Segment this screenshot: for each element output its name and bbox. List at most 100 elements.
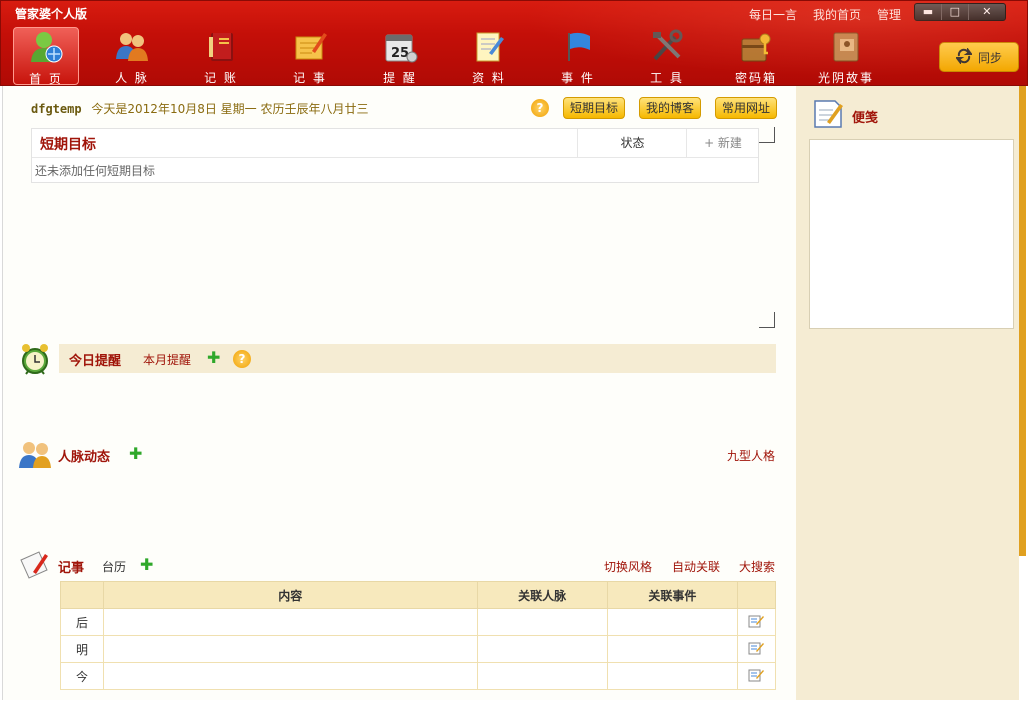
edit-icon[interactable] (736, 608, 777, 636)
common-urls-button[interactable]: 常用网址 (715, 97, 778, 119)
nav-events[interactable]: 事 件 (545, 27, 611, 85)
help-icon[interactable]: ? (531, 99, 549, 117)
home-user-icon (28, 30, 64, 64)
note-pen-icon (19, 550, 51, 583)
content-cell[interactable] (103, 608, 478, 636)
table-row: 今 (59, 662, 777, 690)
table-row: 后 (59, 608, 777, 636)
resize-corner-bottom[interactable] (759, 312, 775, 328)
records-content-header: 内容 (103, 581, 478, 609)
day-label: 明 (59, 635, 105, 663)
records-day-header (59, 581, 105, 609)
nav-tools[interactable]: 工 具 (634, 27, 700, 85)
app-title: 管家婆个人版 (15, 7, 88, 21)
edit-icon[interactable] (736, 635, 777, 663)
goals-status-header: 状态 (577, 129, 687, 158)
nav-home[interactable]: 首 页 (13, 27, 79, 86)
records-table: 内容 关联人脉 关联事件 后 明 今 (59, 581, 777, 690)
nav-password-box-label: 密码箱 (734, 71, 777, 85)
add-record-icon[interactable]: ✚ (140, 557, 153, 573)
short-term-goals-table: 短期目标 状态 + 新建 还未添加任何短期目标 (31, 128, 759, 183)
records-header-row: 内容 关联人脉 关联事件 (59, 581, 777, 609)
tools-icon (649, 29, 685, 63)
nav-contacts-label: 人 脉 (115, 71, 149, 85)
close-button[interactable]: ✕ (967, 4, 1005, 20)
add-reminder-icon[interactable]: ✚ (207, 350, 220, 366)
nav-home-label: 首 页 (29, 72, 63, 86)
sync-label: 同步 (977, 50, 1002, 65)
sync-icon (954, 46, 973, 67)
add-contact-icon[interactable]: ✚ (129, 446, 142, 462)
alarm-clock-icon (20, 342, 50, 379)
reminder-help-icon[interactable]: ? (233, 350, 251, 368)
daily-quote-link[interactable]: 每日一言 (749, 6, 797, 23)
nav-documents-label: 资 料 (472, 71, 506, 85)
nav-notes-label: 记 事 (293, 71, 327, 85)
content-cell[interactable] (103, 635, 478, 663)
new-goal-button[interactable]: + 新建 (686, 129, 759, 158)
goals-empty-message: 还未添加任何短期目标 (35, 164, 156, 178)
reminders-bar: 今日提醒 本月提醒 ✚ ? (59, 344, 776, 373)
table-row: 明 (59, 635, 777, 663)
content-cell[interactable] (103, 662, 478, 690)
events-cell[interactable] (606, 662, 738, 690)
nav-contacts[interactable]: 人 脉 (99, 27, 165, 85)
records-events-header: 关联事件 (606, 581, 738, 609)
nav-story-label: 光阴故事 (817, 71, 874, 85)
big-search-link[interactable]: 大搜索 (739, 558, 775, 575)
title-bar: 管家婆个人版 每日一言 我的首页 管理 ▬ □ ✕ 首 页 人 脉 记 账 记 … (0, 0, 1028, 87)
nav-notes[interactable]: 记 事 (277, 27, 343, 85)
switch-style-link[interactable]: 切换风格 (604, 558, 652, 575)
username: dfgtemp (31, 102, 82, 116)
today-date-text: 今天是2012年10月8日 星期一 农历壬辰年八月廿三 (91, 102, 369, 116)
manage-link[interactable]: 管理 (877, 6, 901, 23)
notes-title: 便笺 (852, 111, 879, 126)
nav-reminders-label: 提 醒 (383, 71, 417, 85)
edit-icon[interactable] (736, 662, 777, 690)
today-reminders-title[interactable]: 今日提醒 (69, 350, 121, 369)
records-action-header (736, 581, 777, 609)
contacts-cell[interactable] (476, 662, 608, 690)
password-box-icon (738, 29, 774, 63)
notes-textarea[interactable] (809, 139, 1014, 329)
auto-link-link[interactable]: 自动关联 (672, 558, 720, 575)
contacts-cell[interactable] (476, 608, 608, 636)
top-links: 每日一言 我的首页 管理 (749, 6, 901, 23)
contacts-icon (114, 29, 150, 63)
nav-accounting-label: 记 账 (204, 71, 238, 85)
sync-button[interactable]: 同步 (939, 42, 1019, 72)
records-contacts-header: 关联人脉 (476, 581, 608, 609)
nav-password-box[interactable]: 密码箱 (723, 27, 789, 85)
contacts-cell[interactable] (476, 635, 608, 663)
month-reminders-link[interactable]: 本月提醒 (143, 351, 191, 368)
maximize-button[interactable]: □ (940, 4, 968, 20)
calendar-icon: 25 (382, 29, 418, 63)
flag-icon (560, 29, 596, 63)
calendar-day-number: 25 (391, 46, 409, 61)
nav-events-label: 事 件 (561, 71, 595, 85)
account-book-icon (203, 29, 239, 63)
my-blog-button[interactable]: 我的博客 (639, 97, 702, 119)
sticky-note-icon (812, 98, 844, 133)
desk-calendar-link[interactable]: 台历 (102, 558, 126, 575)
contacts-dynamics-title: 人脉动态 (58, 450, 111, 465)
short-term-goals-button[interactable]: 短期目标 (563, 97, 626, 119)
nav-documents[interactable]: 资 料 (456, 27, 522, 85)
events-cell[interactable] (606, 608, 738, 636)
enneagram-link[interactable]: 九型人格 (727, 447, 775, 464)
resize-corner-top[interactable] (759, 127, 775, 143)
my-homepage-link[interactable]: 我的首页 (813, 6, 861, 23)
events-cell[interactable] (606, 635, 738, 663)
nav-tools-label: 工 具 (650, 71, 684, 85)
nav-reminders[interactable]: 25 提 醒 (367, 27, 433, 85)
minimize-button[interactable]: ▬ (915, 4, 941, 20)
documents-icon (471, 29, 507, 63)
nav-accounting[interactable]: 记 账 (188, 27, 254, 85)
notepad-icon (292, 29, 328, 63)
day-label: 今 (59, 662, 105, 690)
window-controls: ▬ □ ✕ (914, 3, 1006, 21)
records-title: 记事 (58, 561, 85, 576)
goals-title: 短期目标 (40, 137, 96, 153)
vertical-scrollbar[interactable] (1019, 86, 1026, 556)
nav-story[interactable]: 光阴故事 (811, 27, 881, 85)
